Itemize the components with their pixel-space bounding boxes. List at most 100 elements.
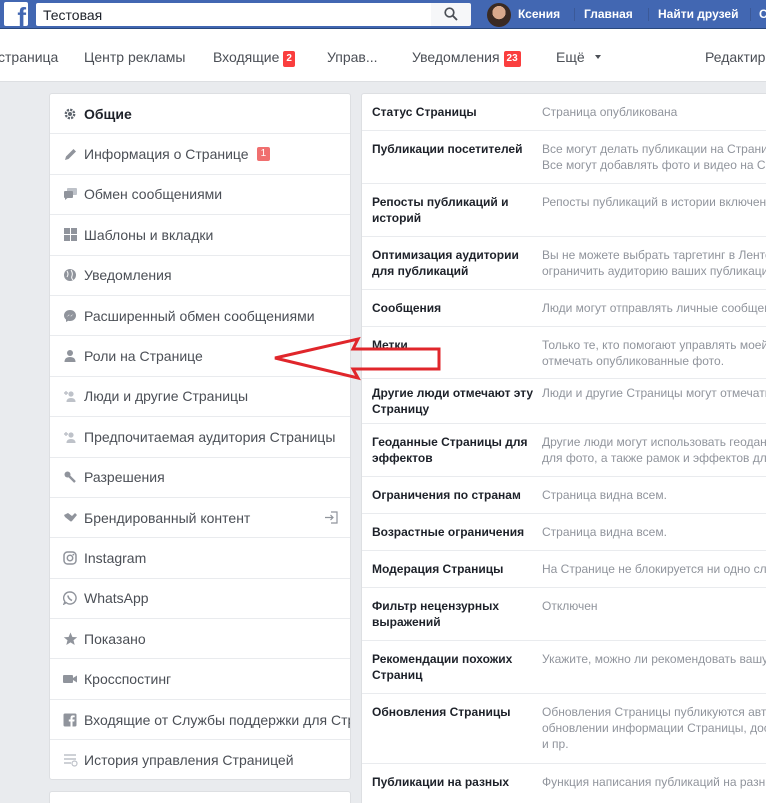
setting-label: Статус Страницы <box>372 105 477 119</box>
sidebar-item-templates-tabs[interactable]: Шаблоны и вкладки <box>50 215 350 256</box>
setting-row-tagging[interactable]: Метки Только те, кто помогают управлять … <box>362 327 766 379</box>
setting-value: Страница опубликована <box>542 105 678 119</box>
sidebar-item-label: Разрешения <box>84 469 165 486</box>
sidebar-item-people-pages[interactable]: Люди и другие Страницы <box>50 377 350 418</box>
sidebar-item-crossposting[interactable]: Кросспостинг <box>50 659 350 700</box>
search-button[interactable] <box>431 3 471 26</box>
sidebar-item-label: Общие <box>84 105 132 122</box>
setting-row-others-tagging[interactable]: Другие люди отмечают эту Страницу Люди и… <box>362 379 766 424</box>
create-link[interactable]: С <box>752 0 766 29</box>
sidebar-item-label: Люди и другие Страницы <box>84 388 249 405</box>
handshake-icon <box>62 510 78 526</box>
setting-row-messages[interactable]: Сообщения Люди могут отправлять личные с… <box>362 290 766 327</box>
sidebar-item-page-management-history[interactable]: История управления Страницей <box>50 740 350 779</box>
sidebar-item-label: Брендированный контент <box>84 509 251 526</box>
setting-value: Все могут делать публикации на Страни Вс… <box>542 142 766 172</box>
sidebar-item-label: Расширенный обмен сообщениями <box>84 307 315 324</box>
sidebar-item-label: Входящие от Службы поддержки для Стр <box>84 711 351 728</box>
sidebar-item-label: Информация о Странице <box>84 146 249 163</box>
setting-row-page-updates[interactable]: Обновления Страницы Обновления Страницы … <box>362 694 766 764</box>
tab-inbox[interactable]: Входящие 2 <box>213 49 295 67</box>
sidebar-item-featured[interactable]: Показано <box>50 619 350 660</box>
tab-page-label: страница <box>0 49 59 65</box>
instagram-icon <box>62 550 78 566</box>
tab-manage-label: Управ... <box>327 49 378 65</box>
sidebar-item-support-inbox[interactable]: Входящие от Службы поддержки для Стр <box>50 700 351 741</box>
pencil-icon <box>62 146 78 162</box>
setting-label: Метки <box>372 338 408 352</box>
setting-value: Вы не можете выбрать таргетинг в Ленте о… <box>542 248 766 278</box>
sidebar-item-general[interactable]: Общие <box>50 94 350 135</box>
sidebar-item-page-roles[interactable]: Роли на Странице <box>50 336 350 377</box>
tab-notifications-label: Уведомления <box>412 49 500 65</box>
tab-more-label: Ещё <box>556 49 585 65</box>
sidebar-item-notifications[interactable]: Уведомления <box>50 256 350 296</box>
sidebar-item-label: Показано <box>84 630 146 647</box>
star-icon <box>62 631 78 647</box>
setting-label: Публикации посетителей <box>372 142 523 156</box>
search-icon <box>444 7 458 21</box>
facebook-logo-icon[interactable]: f <box>4 2 28 26</box>
setting-value: Люди и другие Страницы могут отмечать <box>542 386 766 400</box>
chevron-down-icon <box>594 55 601 59</box>
tab-manage[interactable]: Управ... <box>327 49 378 65</box>
setting-row-reshare-stories[interactable]: Репосты публикаций и историй Репосты пуб… <box>362 184 766 237</box>
search-input[interactable] <box>36 3 431 26</box>
sidebar-item-branded-content[interactable]: Брендированный контент <box>50 498 350 539</box>
setting-row-location-effects[interactable]: Геоданные Страницы для эффектов Другие л… <box>362 424 766 477</box>
setting-row-country-restrictions[interactable]: Ограничения по странам Страница видна вс… <box>362 477 766 514</box>
sidebar-item-whatsapp[interactable]: WhatsApp <box>50 579 350 620</box>
sidebar-item-label: Шаблоны и вкладки <box>84 226 214 243</box>
setting-row-page-status[interactable]: Статус Страницы Страница опубликована <box>362 94 766 131</box>
sidebar-item-page-info[interactable]: Информация о Странице 1 <box>50 134 350 175</box>
external-link-icon[interactable] <box>324 511 338 527</box>
setting-value: Репосты публикаций в истории включен <box>542 195 766 209</box>
sidebar-item-messaging[interactable]: Обмен сообщениями <box>50 175 350 216</box>
setting-row-profanity-filter[interactable]: Фильтр нецензурных выражений Отключен <box>362 588 766 641</box>
sidebar-item-instagram[interactable]: Instagram <box>50 538 350 579</box>
setting-row-audience-optimization[interactable]: Оптимизация аудитории для публикаций Вы … <box>362 237 766 290</box>
setting-label: Публикации на разных <box>372 775 510 789</box>
find-friends-link[interactable]: Найти друзей <box>651 0 745 29</box>
inbox-count-badge: 2 <box>283 51 295 67</box>
setting-label: Рекомендации похожих Страниц <box>372 652 513 682</box>
sidebar-item-label: Кросспостинг <box>84 671 172 688</box>
home-link[interactable]: Главная <box>577 0 640 29</box>
setting-value: Только те, кто помогают управлять моей о… <box>542 338 766 368</box>
setting-value: Обновления Страницы публикуются авт обно… <box>542 705 766 751</box>
setting-row-multilingual-posts[interactable]: Публикации на разных Функция написания п… <box>362 764 766 803</box>
nav-divider <box>648 8 649 21</box>
person-add-icon <box>62 429 78 445</box>
avatar[interactable] <box>487 3 511 27</box>
tab-inbox-label: Входящие <box>213 49 280 65</box>
setting-row-age-restrictions[interactable]: Возрастные ограничения Страница видна вс… <box>362 514 766 551</box>
setting-row-page-moderation[interactable]: Модерация Страницы На Странице не блокир… <box>362 551 766 588</box>
sidebar-item-advanced-messaging[interactable]: Расширенный обмен сообщениями <box>50 296 350 337</box>
settings-sidebar: Общие Информация о Странице 1 Обмен сооб… <box>49 93 351 780</box>
sidebar-item-label: Обмен сообщениями <box>84 186 223 203</box>
nav-divider <box>750 8 751 21</box>
edit-page-button[interactable]: Редактир <box>705 49 765 65</box>
page-info-badge: 1 <box>256 147 271 162</box>
notifications-count-badge: 23 <box>503 51 521 67</box>
setting-label: Сообщения <box>372 301 442 315</box>
tab-page[interactable]: страница <box>0 49 58 65</box>
setting-label: Фильтр нецензурных выражений <box>372 599 500 629</box>
tab-more[interactable]: Ещё <box>556 49 601 65</box>
sidebar-item-preferred-audience[interactable]: Предпочитаемая аудитория Страницы <box>50 417 350 458</box>
tab-notifications[interactable]: Уведомления 23 <box>412 49 521 67</box>
whatsapp-icon <box>62 590 78 606</box>
sidebar-item-label: Роли на Странице <box>84 348 203 365</box>
top-bar: f Ксения Главная Найти друзей С <box>0 0 766 29</box>
setting-label: Обновления Страницы <box>372 705 511 719</box>
setting-value: Другие люди могут использовать геодан дл… <box>542 435 766 465</box>
profile-link[interactable]: Ксения <box>511 0 567 29</box>
person-icon <box>62 348 78 364</box>
setting-row-visitor-posts[interactable]: Публикации посетителей Все могут делать … <box>362 131 766 184</box>
setting-row-similar-page-suggestions[interactable]: Рекомендации похожих Страниц Укажите, мо… <box>362 641 766 694</box>
wrench-icon <box>62 469 78 485</box>
sidebar-item-permissions[interactable]: Разрешения <box>50 458 350 498</box>
tab-ads-center[interactable]: Центр рекламы <box>84 49 185 65</box>
setting-label: Возрастные ограничения <box>372 525 525 539</box>
setting-value: Функция написания публикаций на разн <box>542 775 766 789</box>
